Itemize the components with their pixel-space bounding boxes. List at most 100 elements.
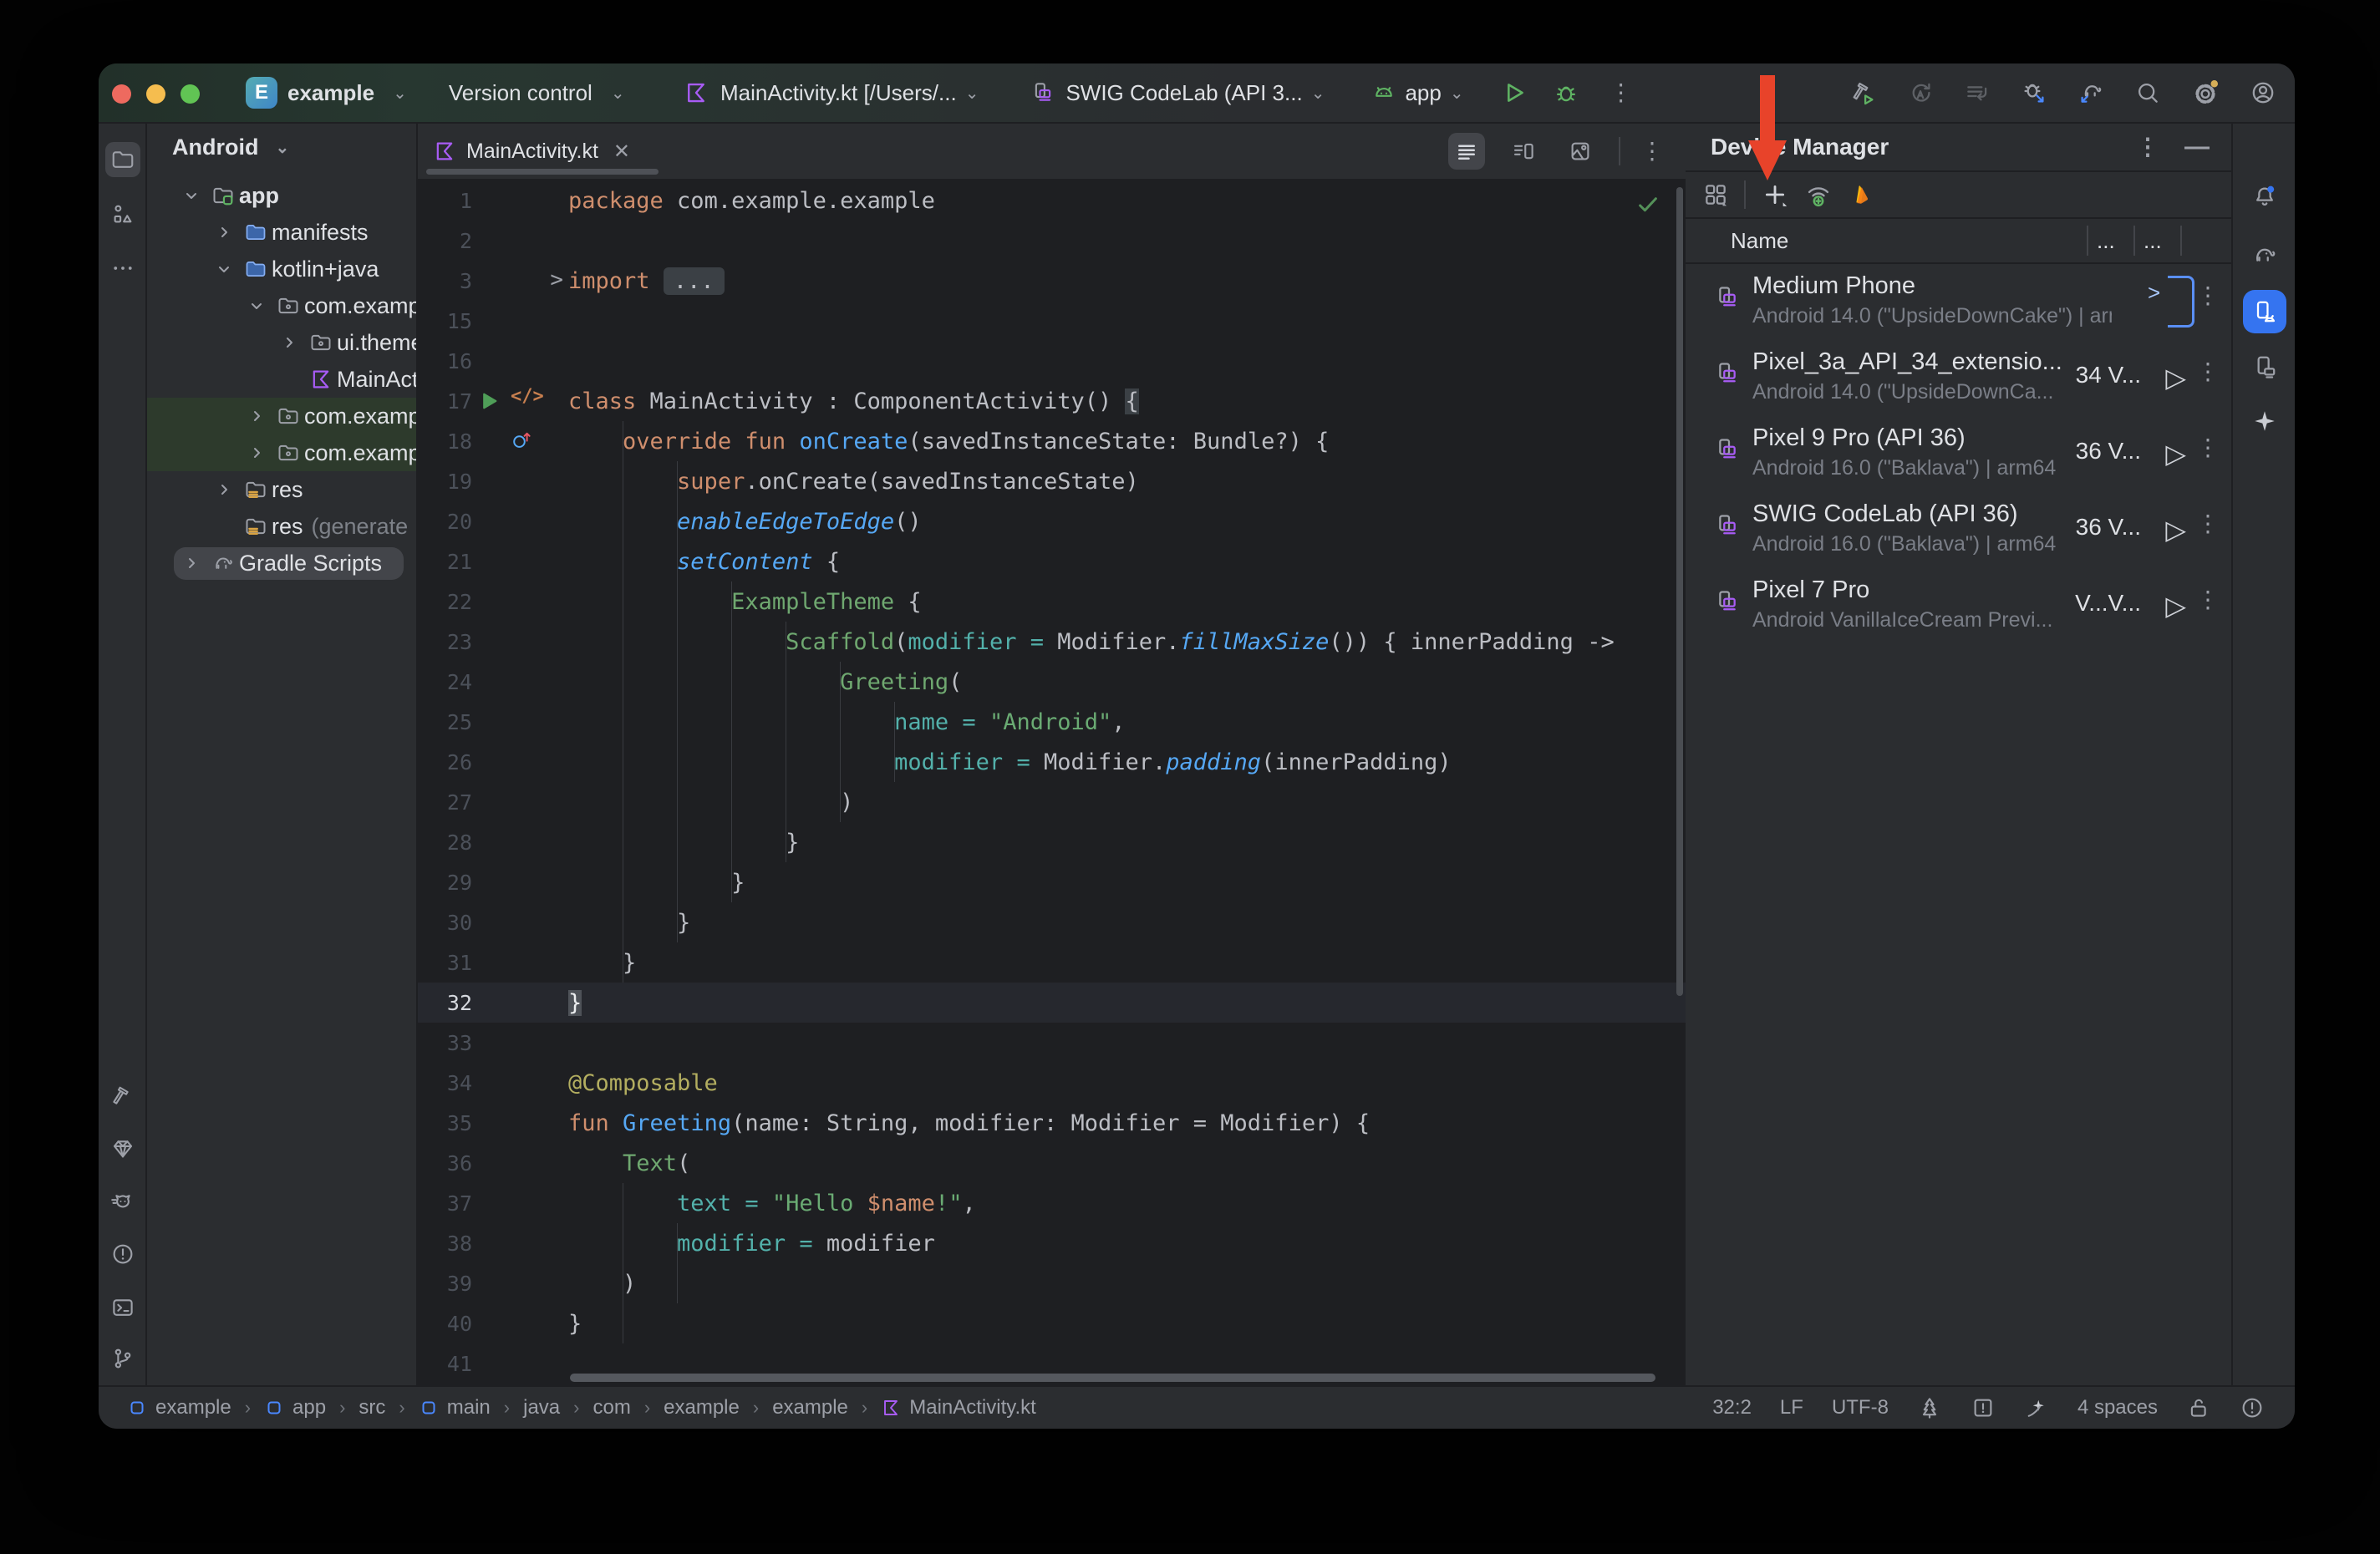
tool-strip-item-app-quality-insights[interactable] [105,1131,140,1166]
code-line-38[interactable]: 38 modifier = modifier [418,1223,1686,1263]
code-line-22[interactable]: 22 ExampleTheme { [418,581,1686,622]
breadcrumb-item-main[interactable]: main [419,1396,491,1419]
composable-preview-gutter-icon[interactable]: </> [511,386,544,407]
breadcrumb-item-example[interactable]: example [127,1396,231,1419]
file-path-widget[interactable]: MainActivity.kt [/Users/... [720,80,957,106]
debug-button[interactable] [1553,79,1579,106]
column-divider[interactable] [2180,226,2182,256]
code-line-33[interactable]: 33 [418,1023,1686,1063]
project-view-selector[interactable]: Android ⌄ [147,124,416,170]
run-button[interactable] [1501,79,1528,106]
code-line-18[interactable]: 18 override fun onCreate(savedInstanceSt… [418,421,1686,461]
api-column-header[interactable]: ... [2097,228,2115,254]
device-type-filter-button[interactable] [1702,181,1729,208]
device-options-button[interactable]: ⋮ [2196,360,2220,383]
code-line-34[interactable]: 34@Composable [418,1063,1686,1103]
close-tab-icon[interactable]: ✕ [613,140,630,164]
editor-vertical-scrollbar[interactable] [1676,187,1683,996]
code-line-20[interactable]: 20 enableEdgeToEdge() [418,501,1686,541]
indent-widget[interactable]: 4 spaces [2077,1396,2158,1419]
code-line-26[interactable]: 26 modifier = Modifier.padding(innerPadd… [418,742,1686,782]
line-separator-widget[interactable]: LF [1780,1396,1803,1419]
breadcrumb-item-com[interactable]: com [592,1396,630,1419]
tree-item-ui-theme[interactable]: ui.theme [147,324,416,361]
breadcrumb-item-app[interactable]: app [264,1396,326,1419]
code-line-37[interactable]: 37 text = "Hello $name!", [418,1183,1686,1223]
settings-gear-button[interactable] [2191,79,2220,107]
tree-item-res[interactable]: res(generate [147,508,416,545]
device-options-button[interactable]: ⋮ [2196,284,2220,307]
build-project-button[interactable] [1850,79,1877,106]
code-line-28[interactable]: 28 } [418,822,1686,862]
pair-wifi-device-button[interactable] [1804,180,1833,209]
writable-lock-icon[interactable] [2186,1395,2211,1420]
close-window-button[interactable] [112,84,131,104]
minimize-window-button[interactable] [146,84,165,104]
device-options-button[interactable]: ⋮ [2196,512,2220,536]
code-line-16[interactable]: 16 [418,341,1686,381]
more-run-options-button[interactable]: ⋮ [1610,81,1633,104]
gradle-sync-button[interactable] [2077,79,2104,106]
tool-strip-item-project[interactable] [105,142,140,177]
tool-strip-item-version-control[interactable] [105,1341,140,1376]
chevron-right-icon[interactable] [241,443,272,463]
caret-position-widget[interactable]: 32:2 [1712,1396,1752,1419]
tree-item-mainact[interactable]: MainAct [147,361,416,398]
tool-strip-item-more-tool-windows[interactable] [105,251,140,286]
vcs-widget[interactable]: Version control [449,80,592,106]
code-line-39[interactable]: 39 ) [418,1263,1686,1303]
tool-strip-item-notifications[interactable] [2243,175,2286,219]
breadcrumb-item-example[interactable]: example [664,1396,740,1419]
add-device-button[interactable] [1761,180,1789,209]
code-line-1[interactable]: 1package com.example.example [418,180,1686,221]
breadcrumb-item-example[interactable]: example [772,1396,848,1419]
inspection-widget-icon[interactable] [1971,1395,1996,1420]
chevron-down-icon[interactable] [175,185,207,206]
code-line-2[interactable]: 2 [418,221,1686,261]
code-line-25[interactable]: 25 name = "Android", [418,702,1686,742]
code-line-3[interactable]: 3>import ... [418,261,1686,301]
device-options-button[interactable]: ⋮ [2196,436,2220,460]
inspections-ok-icon[interactable] [1635,192,1660,217]
code-line-35[interactable]: 35fun Greeting(name: String, modifier: M… [418,1103,1686,1143]
start-device-button[interactable]: ▷ [2165,362,2186,394]
tool-strip-item-logcat[interactable] [105,1184,140,1219]
firebase-device-streaming-button[interactable] [1848,181,1874,208]
ai-assistant-disabled-icon[interactable] [2024,1395,2049,1420]
panel-options-button[interactable]: ⋮ [2136,135,2159,159]
chevron-down-icon[interactable] [241,296,272,316]
chevron-down-icon[interactable] [208,259,240,279]
actions-column-header[interactable]: ... [2144,228,2162,254]
tool-strip-item-running-devices[interactable] [2243,345,2286,388]
run-config-selector[interactable]: app [1405,80,1441,106]
design-view-button[interactable] [1562,133,1599,170]
target-device-selector[interactable]: SWIG CodeLab (API 3... [1065,80,1302,106]
code-line-15[interactable]: 15 [418,301,1686,341]
device-row-pixel-3a-api-34-extensio-[interactable]: Pixel_3a_API_34_extensio...Android 14.0 … [1686,340,2231,416]
start-device-button[interactable]: ▷ [2165,590,2186,622]
name-column-header[interactable]: Name [1731,228,1788,254]
run-class-gutter-icon[interactable] [477,389,501,413]
tool-strip-item-build[interactable] [105,1078,140,1113]
tree-item-com-examp[interactable]: com.examp [147,434,416,471]
tool-strip-item-gradle[interactable] [2243,233,2286,277]
fold-expander-icon[interactable]: > [550,267,563,292]
chevron-right-icon[interactable] [208,480,240,500]
editor-options-button[interactable]: ⋮ [1640,140,1664,163]
device-row-swig-codelab-api-36-[interactable]: SWIG CodeLab (API 36)Android 16.0 ("Bakl… [1686,492,2231,568]
tool-strip-item-gemini[interactable] [2243,399,2286,443]
column-divider[interactable] [2087,226,2088,256]
maximize-window-button[interactable] [181,84,200,104]
search-everywhere-button[interactable] [2134,79,2161,106]
code-line-27[interactable]: 27 ) [418,782,1686,822]
breadcrumb-item-src[interactable]: src [359,1396,385,1419]
project-name-widget[interactable]: example [287,80,374,106]
tree-item-com-examp[interactable]: com.examp [147,287,416,324]
code-line-24[interactable]: 24 Greeting( [418,662,1686,702]
highlighting-level-icon[interactable] [1917,1395,1942,1420]
code-line-29[interactable]: 29 } [418,862,1686,902]
tool-strip-item-problems[interactable] [105,1237,140,1272]
encoding-widget[interactable]: UTF-8 [1832,1396,1889,1419]
error-notification-icon[interactable] [2240,1395,2265,1420]
start-device-button[interactable]: ▷ [2165,438,2186,470]
